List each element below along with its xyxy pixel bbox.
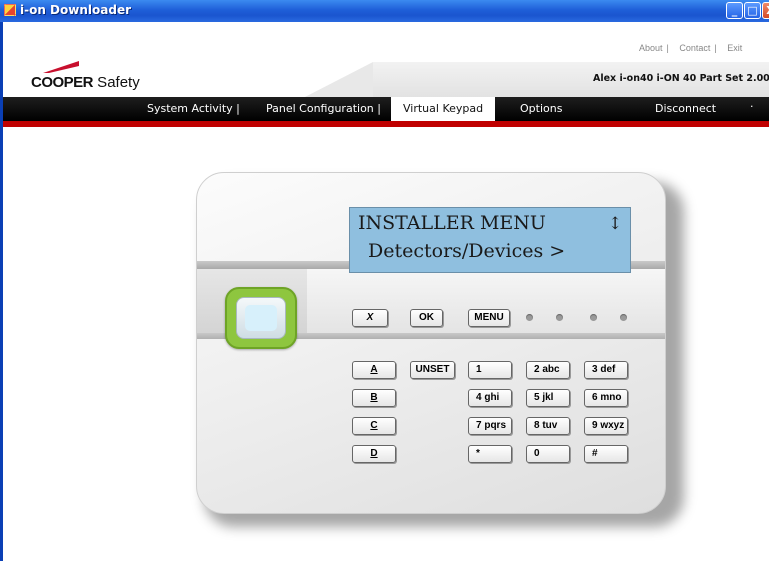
main-nav: System Activity | Panel Configuration | … xyxy=(3,97,769,127)
panel-info: Alex i-on40 i-ON 40 Part Set 2.00 xyxy=(593,73,769,84)
window-title: i-on Downloader xyxy=(20,3,131,17)
tab-system-activity[interactable]: System Activity | xyxy=(147,102,240,115)
tamper-button-highlight xyxy=(245,305,277,331)
disconnect-button[interactable]: Disconnect xyxy=(655,102,716,115)
status-led xyxy=(526,314,533,321)
status-led xyxy=(556,314,563,321)
lcd-line-1: INSTALLER MENU xyxy=(358,212,546,234)
close-window-button[interactable]: X xyxy=(762,2,769,19)
cancel-key[interactable]: X xyxy=(352,309,388,327)
key-star[interactable]: * xyxy=(468,445,512,463)
key-b[interactable]: B xyxy=(352,389,396,407)
maximize-button[interactable]: □ xyxy=(744,2,761,19)
app-header: About | Contact | Exit COOPER Safety Alex … xyxy=(3,22,769,97)
key-3[interactable]: 3 def xyxy=(584,361,628,379)
window-title-bar: i-on Downloader _ □ X xyxy=(0,0,769,22)
key-2[interactable]: 2 abc xyxy=(526,361,570,379)
key-0[interactable]: 0 xyxy=(526,445,570,463)
tab-virtual-keypad[interactable]: Virtual Keypad xyxy=(391,97,496,121)
lcd-line-2: Detectors/Devices > xyxy=(368,240,566,262)
key-c[interactable]: C xyxy=(352,417,396,435)
lcd-display: INSTALLER MENU ↕ Detectors/Devices > xyxy=(349,207,631,273)
tamper-button-face xyxy=(236,297,286,339)
contact-link[interactable]: Contact xyxy=(679,43,710,53)
key-8[interactable]: 8 tuv xyxy=(526,417,570,435)
menu-key[interactable]: MENU xyxy=(468,309,510,327)
about-link[interactable]: About xyxy=(639,43,663,53)
link-separator: | xyxy=(666,43,669,53)
header-wedge xyxy=(303,62,373,97)
key-d[interactable]: D xyxy=(352,445,396,463)
ok-key[interactable]: OK xyxy=(410,309,443,327)
link-separator: | xyxy=(714,43,717,53)
nav-dot: · xyxy=(750,100,754,113)
key-6[interactable]: 6 mno xyxy=(584,389,628,407)
status-led xyxy=(620,314,627,321)
key-a[interactable]: A xyxy=(352,361,396,379)
app-icon xyxy=(4,4,16,16)
key-7[interactable]: 7 pqrs xyxy=(468,417,512,435)
scroll-arrow-icon: ↕ xyxy=(608,214,623,234)
tab-panel-configuration[interactable]: Panel Configuration | xyxy=(266,102,381,115)
key-9[interactable]: 9 wxyz xyxy=(584,417,628,435)
unset-key[interactable]: UNSET xyxy=(410,361,455,379)
key-hash[interactable]: # xyxy=(584,445,628,463)
key-4[interactable]: 4 ghi xyxy=(468,389,512,407)
logo-swoosh-icon xyxy=(43,61,79,73)
status-led xyxy=(590,314,597,321)
logo-text: COOPER Safety xyxy=(31,74,140,91)
top-links: About | Contact | Exit xyxy=(639,43,746,53)
tamper-button[interactable] xyxy=(225,287,297,349)
key-1[interactable]: 1 xyxy=(468,361,512,379)
minimize-button[interactable]: _ xyxy=(726,2,743,19)
cooper-logo: COOPER Safety xyxy=(31,60,151,91)
exit-link[interactable]: Exit xyxy=(727,43,742,53)
tab-options[interactable]: Options xyxy=(520,102,562,115)
key-5[interactable]: 5 jkl xyxy=(526,389,570,407)
